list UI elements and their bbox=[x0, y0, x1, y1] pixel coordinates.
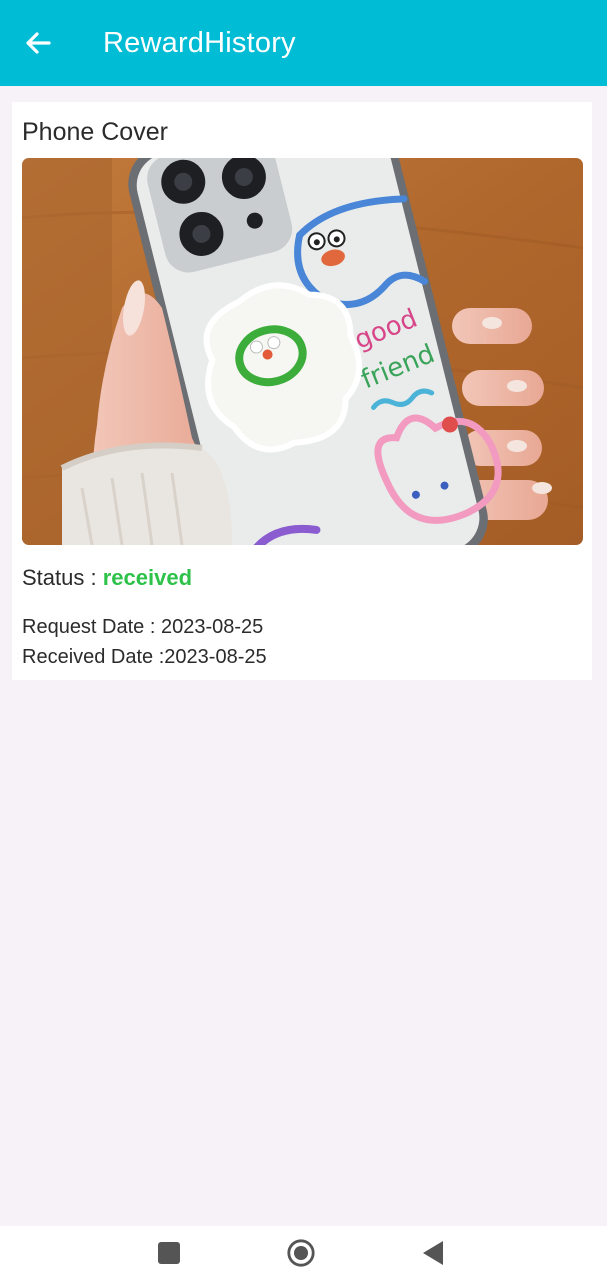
phone-cover-image: good friend bbox=[22, 158, 583, 545]
status-line: Status : received bbox=[22, 565, 192, 591]
reward-card[interactable]: Phone Cover good friend Status: receive… bbox=[12, 102, 592, 680]
page-title: RewardHistory bbox=[103, 26, 296, 59]
back-nav-button[interactable] bbox=[418, 1238, 448, 1268]
reward-item-title: Phone Cover bbox=[22, 118, 168, 146]
back-button[interactable] bbox=[18, 23, 58, 63]
triangle-back-icon bbox=[423, 1241, 443, 1265]
received-date: Received Date :2023-08-25 bbox=[22, 646, 267, 668]
square-icon bbox=[158, 1242, 180, 1264]
request-date: Request Date : 2023-08-25 bbox=[22, 616, 264, 638]
status-label: Status : bbox=[22, 565, 103, 590]
status-value: received bbox=[102, 565, 193, 590]
recents-button[interactable] bbox=[154, 1238, 184, 1268]
circle-home-icon bbox=[287, 1239, 315, 1267]
app-bar: RewardHistory bbox=[0, 0, 607, 86]
system-nav-bar bbox=[0, 1226, 607, 1280]
arrow-left-icon bbox=[26, 32, 51, 54]
home-button[interactable] bbox=[286, 1238, 316, 1268]
